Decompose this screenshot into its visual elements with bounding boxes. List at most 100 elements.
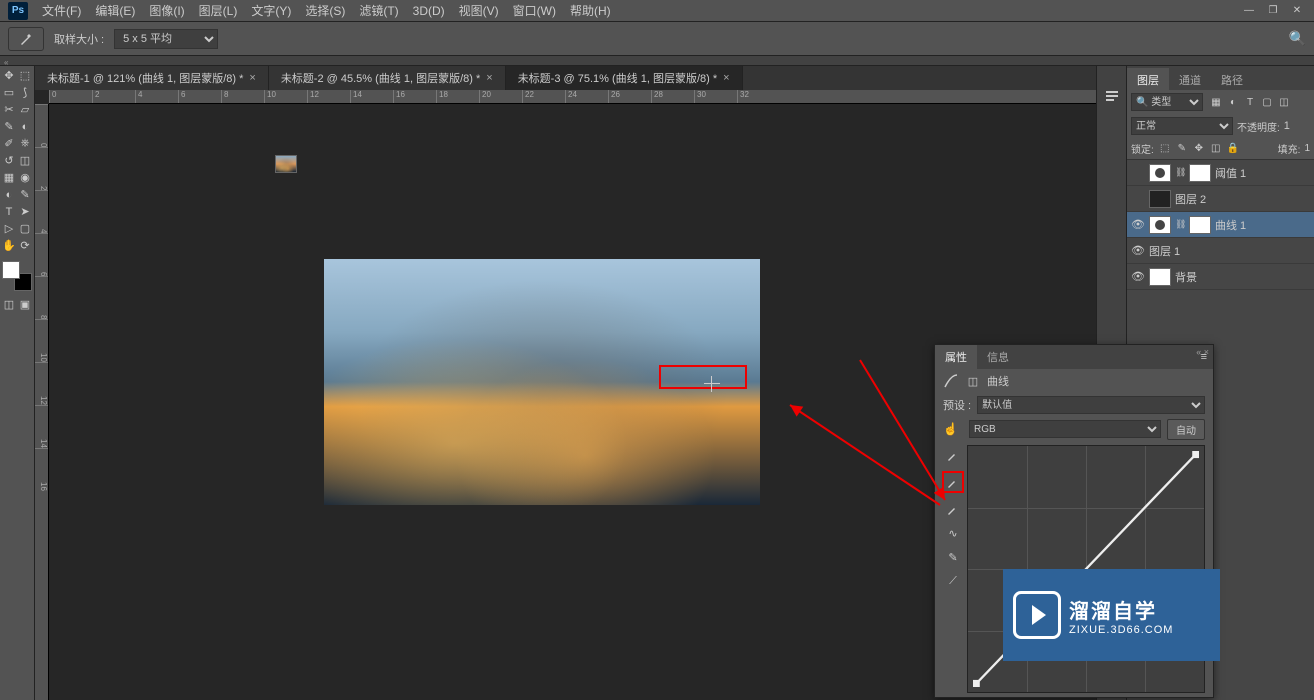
visibility-toggle-icon[interactable]: 👁: [1131, 270, 1145, 283]
search-icon[interactable]: 🔍: [1289, 30, 1306, 47]
history-panel-icon[interactable]: [1102, 86, 1122, 106]
slice-tool-icon[interactable]: ▱: [18, 102, 33, 117]
visibility-toggle-icon[interactable]: 👁: [1131, 218, 1145, 231]
tab-properties[interactable]: 属性: [935, 345, 977, 369]
move-tool-icon[interactable]: ✥: [2, 68, 17, 83]
fill-label: 填充:: [1278, 141, 1301, 156]
layer-thumbnail[interactable]: [1149, 268, 1171, 286]
layer-filter-kind[interactable]: 🔍 类型: [1131, 93, 1203, 111]
menu-3d[interactable]: 3D(D): [413, 4, 445, 18]
preset-select[interactable]: 默认值: [977, 396, 1205, 414]
window-restore-button[interactable]: ❐: [1264, 4, 1282, 18]
ruler-vertical[interactable]: 0246810121416: [35, 104, 49, 700]
path-select-icon[interactable]: ➤: [18, 204, 33, 219]
blur-tool-icon[interactable]: ◉: [18, 170, 33, 185]
healing-tool-icon[interactable]: ◐: [18, 119, 33, 134]
current-tool-icon[interactable]: [8, 27, 44, 51]
tab-paths[interactable]: 路径: [1211, 68, 1253, 92]
sample-size-select[interactable]: 5 x 5 平均: [114, 29, 218, 49]
history-brush-icon[interactable]: ↺: [2, 153, 17, 168]
close-tab-icon[interactable]: ×: [723, 72, 729, 84]
options-collapse-strip[interactable]: «: [0, 56, 1314, 66]
quickmask-icon[interactable]: ◫: [2, 297, 17, 312]
layer-row[interactable]: 👁背景: [1127, 264, 1314, 290]
tab-layers[interactable]: 图层: [1127, 68, 1169, 92]
dodge-tool-icon[interactable]: ◐: [2, 187, 17, 202]
auto-button[interactable]: 自动: [1167, 419, 1205, 440]
visibility-toggle-icon[interactable]: 👁: [1131, 244, 1145, 257]
menu-layer[interactable]: 图层(L): [199, 2, 238, 19]
close-tab-icon[interactable]: ×: [249, 72, 255, 84]
lock-all-icon[interactable]: 🔒: [1226, 142, 1240, 156]
direct-select-icon[interactable]: ▷: [2, 221, 17, 236]
window-close-button[interactable]: ✕: [1288, 4, 1306, 18]
hand-tool-icon[interactable]: ✋: [2, 238, 17, 253]
smooth-curve-icon[interactable]: ⟋: [945, 573, 961, 589]
black-point-eyedropper-icon[interactable]: [945, 447, 961, 463]
document-tab-1[interactable]: 未标题-1 @ 121% (曲线 1, 图层蒙版/8) * ×: [35, 66, 269, 90]
clone-tool-icon[interactable]: ⎈: [18, 136, 33, 151]
lock-artboard-icon[interactable]: ◫: [1209, 142, 1223, 156]
rect-marquee-icon[interactable]: ▭: [2, 85, 17, 100]
gray-point-eyedropper-icon[interactable]: [945, 474, 961, 490]
channel-select[interactable]: RGB: [969, 420, 1161, 438]
targeted-adjust-icon[interactable]: ☝: [943, 422, 963, 436]
close-tab-icon[interactable]: ×: [486, 72, 492, 84]
curve-edit-mode-icon[interactable]: ∿: [945, 525, 961, 541]
link-mask-icon[interactable]: ⛓: [1175, 219, 1185, 230]
lock-pixels-icon[interactable]: ⬚: [1158, 142, 1172, 156]
lasso-tool-icon[interactable]: ⟆: [18, 85, 33, 100]
layer-row[interactable]: 👁图层 1: [1127, 238, 1314, 264]
ruler-horizontal[interactable]: 02468101214161820222426283032: [49, 90, 1096, 104]
tab-channels[interactable]: 通道: [1169, 68, 1211, 92]
eraser-tool-icon[interactable]: ◫: [18, 153, 33, 168]
tab-info[interactable]: 信息: [977, 345, 1019, 369]
layer-thumbnail[interactable]: [1149, 164, 1171, 182]
menu-edit[interactable]: 编辑(E): [95, 2, 135, 19]
panel-collapse-icon[interactable]: « ×: [1196, 347, 1209, 357]
marquee-tool-icon[interactable]: ⬚: [18, 68, 33, 83]
document-tab-2[interactable]: 未标题-2 @ 45.5% (曲线 1, 图层蒙版/8) * ×: [269, 66, 506, 90]
layer-thumbnail[interactable]: [1149, 190, 1171, 208]
menu-help[interactable]: 帮助(H): [570, 2, 611, 19]
foreground-color[interactable]: [2, 261, 20, 279]
filter-shape-icon[interactable]: ▢: [1260, 95, 1274, 109]
window-minimize-button[interactable]: —: [1240, 4, 1258, 18]
menu-select[interactable]: 选择(S): [305, 2, 345, 19]
menu-view[interactable]: 视图(V): [459, 2, 499, 19]
brush-tool-icon[interactable]: ✐: [2, 136, 17, 151]
lock-move-icon[interactable]: ✥: [1192, 142, 1206, 156]
rotate-tool-icon[interactable]: ⟳: [18, 238, 33, 253]
shape-tool-icon[interactable]: ▢: [18, 221, 33, 236]
layer-mask-thumbnail[interactable]: [1189, 216, 1211, 234]
filter-pixel-icon[interactable]: ▦: [1209, 95, 1223, 109]
layer-row[interactable]: ⛓阈值 1: [1127, 160, 1314, 186]
blend-mode-select[interactable]: 正常: [1131, 117, 1233, 135]
color-swatches[interactable]: [2, 261, 32, 291]
eyedropper-tool-icon[interactable]: ✎: [2, 119, 17, 134]
filter-adjust-icon[interactable]: ◐: [1226, 95, 1240, 109]
document-tab-3[interactable]: 未标题-3 @ 75.1% (曲线 1, 图层蒙版/8) * ×: [506, 66, 743, 90]
screenmode-icon[interactable]: ▣: [18, 297, 33, 312]
layer-mask-thumbnail[interactable]: [1189, 164, 1211, 182]
menu-image[interactable]: 图像(I): [149, 2, 184, 19]
menu-filter[interactable]: 滤镜(T): [359, 2, 398, 19]
menu-type[interactable]: 文字(Y): [251, 2, 291, 19]
layer-row[interactable]: 👁⛓曲线 1: [1127, 212, 1314, 238]
fill-value[interactable]: 1: [1304, 143, 1310, 154]
menu-window[interactable]: 窗口(W): [513, 2, 556, 19]
filter-smart-icon[interactable]: ◫: [1277, 95, 1291, 109]
menu-file[interactable]: 文件(F): [42, 2, 81, 19]
white-point-eyedropper-icon[interactable]: [945, 501, 961, 517]
layer-thumbnail[interactable]: [1149, 216, 1171, 234]
lock-position-icon[interactable]: ✎: [1175, 142, 1189, 156]
crop-tool-icon[interactable]: ✂: [2, 102, 17, 117]
type-tool-icon[interactable]: T: [2, 204, 17, 219]
opacity-value[interactable]: 1: [1284, 120, 1290, 132]
gradient-tool-icon[interactable]: ▦: [2, 170, 17, 185]
filter-type-icon[interactable]: T: [1243, 95, 1257, 109]
layer-row[interactable]: 图层 2: [1127, 186, 1314, 212]
pen-tool-icon[interactable]: ✎: [18, 187, 33, 202]
pencil-mode-icon[interactable]: ✎: [945, 549, 961, 565]
link-mask-icon[interactable]: ⛓: [1175, 167, 1185, 178]
